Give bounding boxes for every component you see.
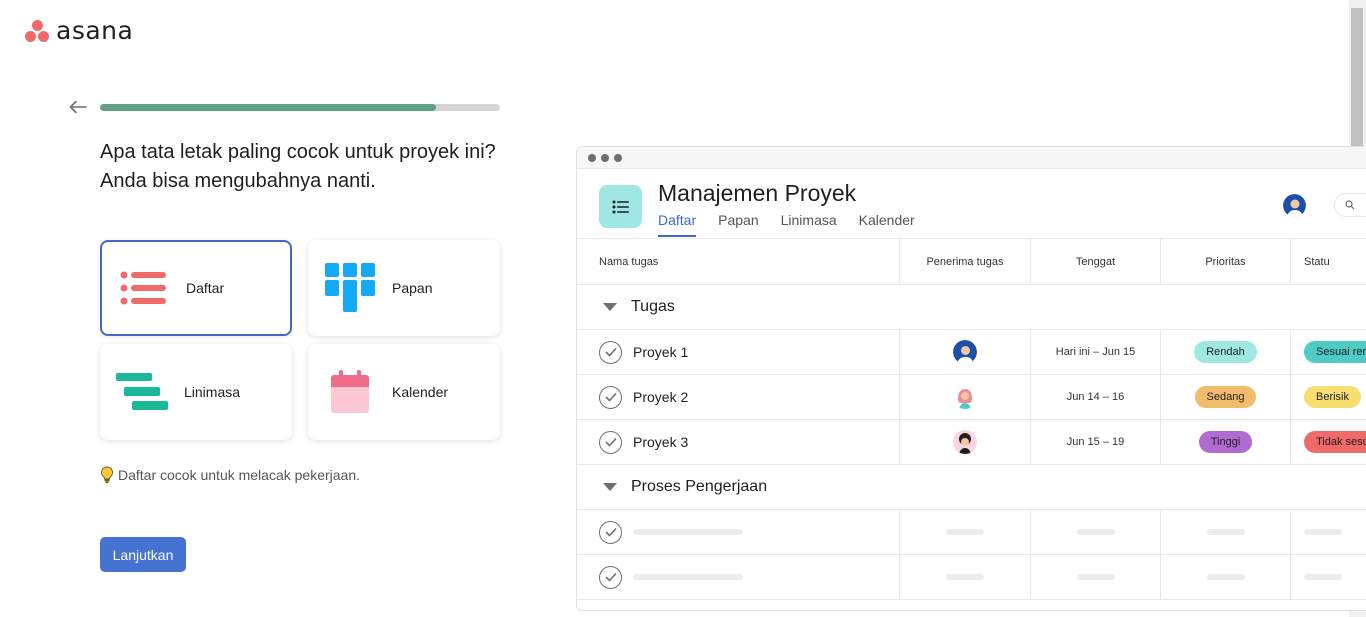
complete-check-icon[interactable]: [599, 520, 622, 544]
placeholder-line: [1076, 529, 1115, 535]
layout-label: Linimasa: [184, 384, 241, 400]
project-preview-window: Manajemen Proyek Daftar Papan Linimasa K…: [576, 146, 1366, 611]
asana-logo-icon: [24, 19, 50, 43]
placeholder-line: [1206, 529, 1245, 535]
due-date: Hari ini – Jun 15: [1030, 330, 1160, 374]
project-tabs: Daftar Papan Linimasa Kalender: [658, 212, 915, 237]
board-icon: [308, 262, 392, 314]
layout-option-linimasa[interactable]: Linimasa: [100, 344, 292, 440]
continue-button[interactable]: Lanjutkan: [100, 537, 186, 572]
priority-pill: Tinggi: [1198, 431, 1253, 453]
column-header: Prioritas: [1160, 239, 1290, 284]
placeholder-line: [1304, 574, 1342, 580]
arrow-left-icon: [69, 100, 87, 114]
tab-daftar[interactable]: Daftar: [658, 212, 697, 237]
tab-papan[interactable]: Papan: [718, 212, 758, 237]
due-date: Jun 14 – 16: [1030, 375, 1160, 419]
list-icon: [102, 271, 186, 305]
timeline-icon: [100, 373, 184, 411]
section-title: Proses Pengerjaan: [631, 478, 768, 495]
project-title: Manajemen Proyek: [658, 180, 857, 206]
hint-text: Daftar cocok untuk melacak pekerjaan.: [118, 467, 361, 483]
task-name: Proyek 1: [633, 344, 689, 360]
brand-name: asana: [56, 16, 134, 45]
placeholder-line: [1206, 574, 1245, 580]
table-row[interactable]: Proyek 2 Jun 14 – 16 Sedang Berisik: [577, 375, 1366, 420]
layout-label: Daftar: [186, 280, 225, 296]
caret-down-icon[interactable]: [603, 483, 617, 491]
assignee-avatar: [953, 430, 977, 454]
complete-check-icon[interactable]: [599, 385, 622, 409]
status-pill: Sesuai ren: [1304, 341, 1366, 363]
layout-option-papan[interactable]: Papan: [308, 240, 500, 336]
page-title: Apa tata letak paling cocok untuk proyek…: [100, 141, 496, 192]
section-title: Tugas: [631, 298, 675, 315]
window-dot: [601, 153, 609, 162]
table-header-row: Nama tugas Penerima tugas Tenggat Priori…: [577, 238, 1366, 285]
section-row[interactable]: Tugas: [577, 285, 1366, 330]
complete-check-icon[interactable]: [599, 340, 622, 364]
placeholder-line: [946, 574, 984, 580]
asana-logo: asana: [24, 17, 133, 45]
task-table: Nama tugas Penerima tugas Tenggat Priori…: [577, 238, 1366, 600]
column-header: Statu: [1290, 239, 1366, 284]
window-dot: [588, 153, 596, 162]
table-row[interactable]: Proyek 1 Hari ini – Jun 15 Rendah Sesuai…: [577, 330, 1366, 375]
layout-option-kalender[interactable]: Kalender: [308, 344, 500, 440]
placeholder-line: [1076, 574, 1115, 580]
calendar-icon: [308, 369, 392, 415]
lightbulb-icon: [100, 466, 114, 484]
column-header: Penerima tugas: [899, 239, 1030, 284]
layout-label: Papan: [392, 280, 433, 296]
back-button[interactable]: [68, 97, 88, 117]
column-header: Nama tugas: [599, 255, 659, 268]
task-name: Proyek 2: [633, 389, 689, 405]
placeholder-line: [946, 529, 984, 535]
tab-linimasa[interactable]: Linimasa: [781, 212, 837, 237]
project-list-icon: [599, 185, 642, 228]
progress-fill: [100, 104, 436, 111]
layout-label: Kalender: [392, 384, 449, 400]
onboarding-progress-bar: [100, 104, 500, 111]
search-icon: [1345, 200, 1355, 210]
status-pill: Tidak sesuai: [1304, 431, 1366, 453]
complete-check-icon[interactable]: [599, 565, 622, 589]
table-row-placeholder: [577, 555, 1366, 600]
layout-option-daftar[interactable]: Daftar: [100, 240, 292, 336]
scrollbar-thumb[interactable]: [1351, 8, 1363, 148]
window-titlebar: [577, 147, 1366, 169]
tab-kalender[interactable]: Kalender: [859, 212, 915, 237]
priority-pill: Rendah: [1194, 341, 1257, 363]
caret-down-icon[interactable]: [603, 303, 617, 311]
table-row-placeholder: [577, 510, 1366, 555]
complete-check-icon[interactable]: [599, 430, 622, 454]
search-input[interactable]: [1334, 193, 1366, 217]
placeholder-line: [633, 574, 743, 580]
section-row[interactable]: Proses Pengerjaan: [577, 465, 1366, 510]
column-header: Tenggat: [1030, 239, 1160, 284]
table-row[interactable]: Proyek 3 Jun 15 – 19 Tinggi Tidak sesuai: [577, 420, 1366, 465]
assignee-avatar: [953, 340, 977, 364]
due-date: Jun 15 – 19: [1030, 420, 1160, 464]
placeholder-line: [1304, 529, 1342, 535]
status-pill: Berisik: [1304, 386, 1362, 408]
avatar: [1283, 194, 1306, 217]
layout-hint: Daftar cocok untuk melacak pekerjaan.: [100, 466, 360, 484]
window-dot: [614, 153, 622, 162]
placeholder-line: [633, 529, 743, 535]
task-name: Proyek 3: [633, 434, 689, 450]
assignee-avatar: [953, 385, 977, 409]
priority-pill: Sedang: [1194, 386, 1257, 408]
